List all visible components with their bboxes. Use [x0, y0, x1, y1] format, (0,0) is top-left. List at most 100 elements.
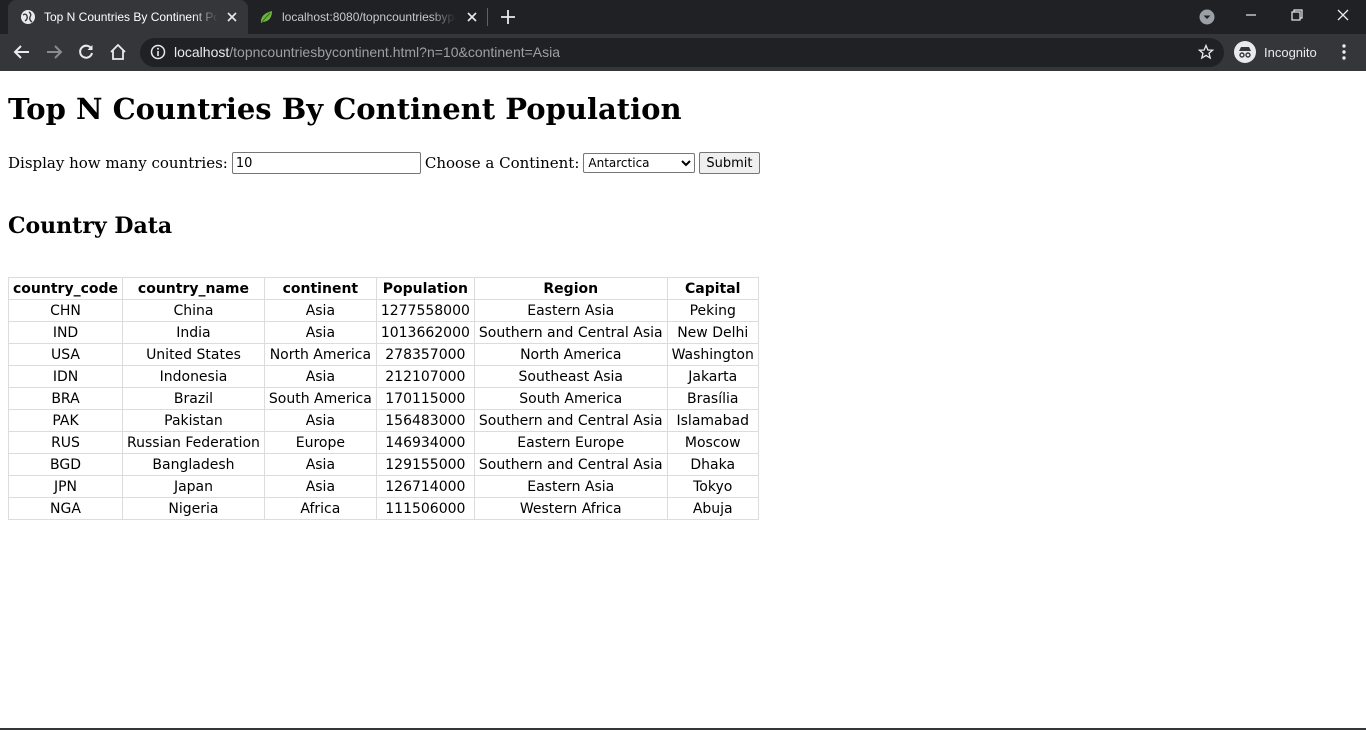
- table-cell: Southern and Central Asia: [473, 453, 668, 476]
- column-header: Region: [473, 277, 668, 300]
- table-row: USA United States North America 27835700…: [7, 343, 759, 366]
- tab-top-n-countries[interactable]: Top N Countries By Continent Population: [8, 0, 248, 34]
- info-icon[interactable]: [150, 44, 166, 60]
- table-cell: Africa: [263, 497, 377, 520]
- page-title: Top N Countries By Continent Population: [8, 92, 682, 126]
- table-row: RUS Russian Federation Europe 146934000 …: [7, 431, 759, 454]
- tab-localhost[interactable]: localhost:8080/topncountriesbypopulation: [248, 0, 488, 34]
- restore-icon: [1291, 9, 1303, 21]
- table-cell: China: [122, 299, 265, 322]
- table-cell: CHN: [7, 299, 124, 322]
- new-tab-plus-icon[interactable]: [499, 8, 517, 26]
- table-cell: RUS: [7, 431, 124, 454]
- table-cell: Brasília: [666, 387, 759, 410]
- table-cell: South America: [263, 387, 377, 410]
- close-icon[interactable]: [464, 9, 480, 25]
- table-row: NGA Nigeria Africa 111506000 Western Afr…: [7, 497, 759, 520]
- table-cell: NGA: [7, 497, 124, 520]
- table-cell: IND: [7, 321, 124, 344]
- table-cell: Asia: [263, 365, 377, 388]
- continent-select[interactable]: Antarctica: [583, 153, 696, 173]
- table-row: PAK Pakistan Asia 156483000 Southern and…: [7, 409, 759, 432]
- minimize-button[interactable]: [1228, 0, 1274, 30]
- more-menu-icon[interactable]: [1336, 43, 1352, 61]
- query-form: Display how many countries: Choose a Con…: [8, 151, 760, 175]
- table-cell: USA: [7, 343, 124, 366]
- home-button[interactable]: [107, 41, 129, 63]
- table-row: BGD Bangladesh Asia 129155000 Southern a…: [7, 453, 759, 476]
- reload-icon: [79, 44, 93, 59]
- column-header: country_name: [122, 277, 265, 300]
- table-cell: 126714000: [375, 475, 475, 498]
- tab-search-icon[interactable]: [1199, 9, 1215, 25]
- tab-title: localhost:8080/topncountriesbypopulation: [282, 10, 456, 24]
- incognito-label: Incognito: [1264, 44, 1317, 60]
- table-cell: Tokyo: [666, 475, 759, 498]
- restore-button[interactable]: [1274, 0, 1320, 30]
- forward-button[interactable]: [43, 41, 65, 63]
- spring-leaf-icon: [260, 11, 272, 23]
- reload-button[interactable]: [75, 41, 97, 63]
- table-cell: Western Africa: [473, 497, 668, 520]
- column-header: Capital: [666, 277, 759, 300]
- table-cell: Asia: [263, 409, 377, 432]
- count-input[interactable]: [231, 152, 421, 174]
- table-cell: 1013662000: [375, 321, 475, 344]
- table-cell: 212107000: [375, 365, 475, 388]
- table-cell: Asia: [263, 453, 377, 476]
- table-cell: Pakistan: [122, 409, 265, 432]
- table-cell: 129155000: [375, 453, 475, 476]
- table-cell: IDN: [7, 365, 124, 388]
- table-cell: BGD: [7, 453, 124, 476]
- table-cell: 111506000: [375, 497, 475, 520]
- table-cell: Peking: [666, 299, 759, 322]
- back-button[interactable]: [11, 41, 33, 63]
- table-cell: PAK: [7, 409, 124, 432]
- table-cell: 278357000: [375, 343, 475, 366]
- table-cell: Japan: [122, 475, 265, 498]
- count-label: Display how many countries:: [8, 154, 228, 172]
- table-cell: Asia: [263, 299, 377, 322]
- star-icon[interactable]: [1198, 44, 1214, 60]
- table-cell: Jakarta: [666, 365, 759, 388]
- column-header: continent: [263, 277, 377, 300]
- column-header: country_code: [7, 277, 124, 300]
- table-cell: United States: [122, 343, 265, 366]
- table-cell: Washington: [666, 343, 759, 366]
- table-cell: 170115000: [375, 387, 475, 410]
- table-cell: India: [122, 321, 265, 344]
- table-row: CHN China Asia 1277558000 Eastern Asia P…: [7, 299, 759, 322]
- submit-button[interactable]: Submit: [699, 152, 760, 174]
- table-cell: Europe: [263, 431, 377, 454]
- incognito-indicator[interactable]: Incognito: [1234, 39, 1317, 65]
- table-row: IND India Asia 1013662000 Southern and C…: [7, 321, 759, 344]
- table-cell: 146934000: [375, 431, 475, 454]
- close-window-button[interactable]: [1320, 0, 1366, 30]
- home-icon: [110, 43, 126, 60]
- table-cell: BRA: [7, 387, 124, 410]
- page-content: Top N Countries By Continent Population …: [0, 71, 1366, 728]
- country-data-table: country_code country_name continent Popu…: [7, 277, 759, 520]
- section-title: Country Data: [8, 213, 173, 239]
- table-cell: Asia: [263, 321, 377, 344]
- tab-separator: [487, 8, 488, 26]
- continent-label: Choose a Continent:: [424, 154, 580, 172]
- table-cell: 1277558000: [375, 299, 475, 322]
- close-icon[interactable]: [224, 9, 240, 25]
- table-cell: North America: [263, 343, 377, 366]
- table-cell: South America: [473, 387, 668, 410]
- arrow-right-icon: [47, 45, 63, 59]
- table-row: JPN Japan Asia 126714000 Eastern Asia To…: [7, 475, 759, 498]
- browser-toolbar: localhost/topncountriesbycontinent.html?…: [0, 34, 1366, 71]
- table-cell: Dhaka: [666, 453, 759, 476]
- table-cell: Brazil: [122, 387, 265, 410]
- arrow-left-icon: [13, 45, 29, 59]
- table-cell: Southern and Central Asia: [473, 321, 668, 344]
- table-cell: New Delhi: [666, 321, 759, 344]
- url-text[interactable]: localhost/topncountriesbycontinent.html?…: [174, 44, 560, 60]
- incognito-icon: [1234, 41, 1256, 63]
- url-host: localhost: [174, 44, 230, 60]
- tab-title: Top N Countries By Continent Population: [44, 10, 218, 24]
- address-bar[interactable]: localhost/topncountriesbycontinent.html?…: [140, 38, 1224, 67]
- column-header: Population: [375, 277, 475, 300]
